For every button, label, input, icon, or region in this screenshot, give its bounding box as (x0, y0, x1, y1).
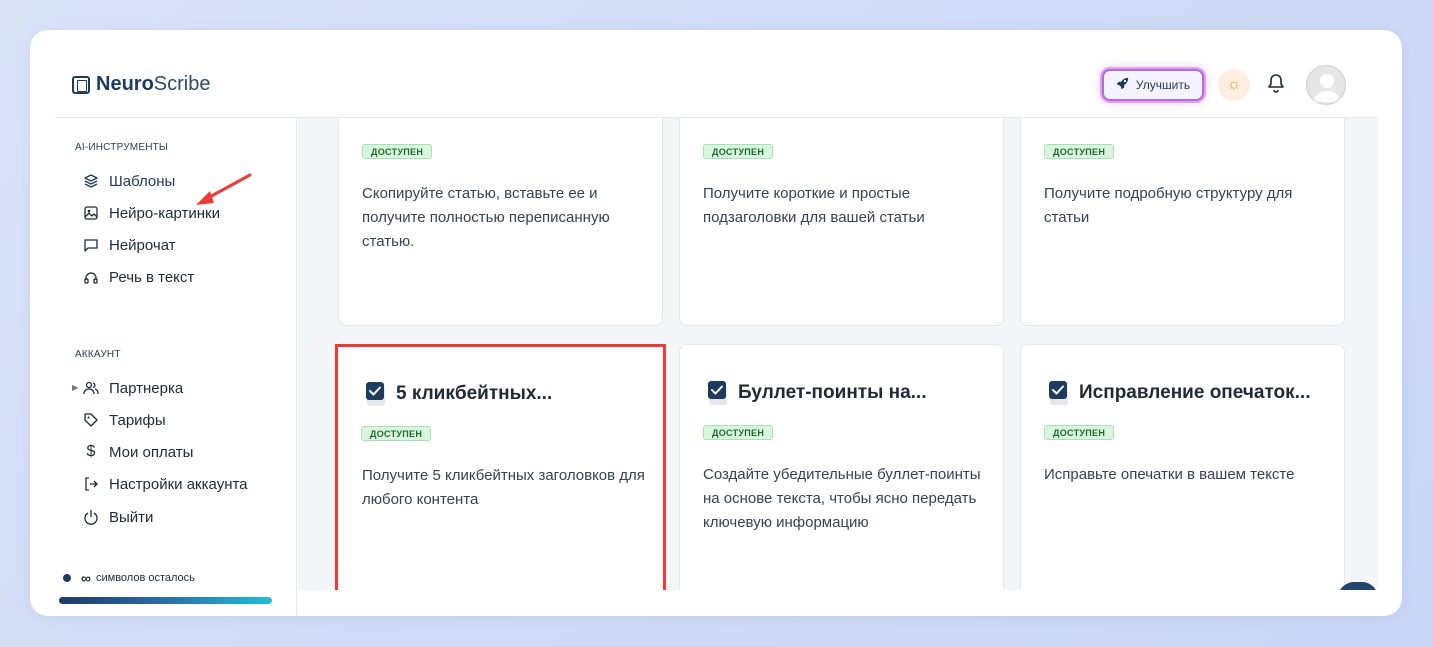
card-title-text: 5 кликбейтных... (396, 383, 553, 404)
sidebar-item-label: Настройки аккаунта (109, 475, 248, 493)
template-card[interactable]: ДОСТУПЕН Получите подробную структуру дл… (1020, 118, 1345, 326)
card-description: Получите подробную структуру для статьи (1044, 185, 1293, 226)
dollar-icon: $ (86, 443, 96, 460)
top-bar: NeuroScribe Улучшить ☼ (30, 30, 1402, 118)
upgrade-button[interactable]: Улучшить (1102, 69, 1204, 101)
sidebar-item-label: Тарифы (109, 411, 166, 429)
annotation-arrow (196, 173, 252, 205)
sidebar-item-label: Нейрочат (109, 236, 176, 254)
sidebar: AI-ИНСТРУМЕНТЫ Шаблоны Нейро-картинки Не… (55, 118, 297, 616)
sidebar-item-logout[interactable]: Выйти (83, 506, 153, 528)
layers-icon (83, 173, 99, 189)
chars-label: символов осталось (95, 572, 195, 584)
checkbox-icon (366, 382, 386, 406)
status-badge: ДОСТУПЕН (1044, 144, 1115, 159)
sidebar-item-payments[interactable]: $ Мои оплаты (83, 441, 194, 463)
sun-icon: ☼ (1226, 76, 1242, 93)
chars-progress-bar (59, 597, 272, 604)
tag-icon (83, 412, 99, 428)
brand-logo[interactable]: NeuroScribe (72, 73, 211, 96)
status-badge: ДОСТУПЕН (362, 144, 433, 159)
status-badge: ДОСТУПЕН (703, 425, 774, 440)
status-badge: ДОСТУПЕН (361, 426, 432, 441)
template-card-typos[interactable]: Исправление опечаток... ДОСТУПЕН Исправь… (1020, 344, 1345, 590)
rocket-icon (1116, 77, 1129, 93)
sidebar-item-templates[interactable]: Шаблоны (83, 170, 175, 192)
avatar[interactable] (1306, 65, 1346, 105)
card-description: Скопируйте статью, вставьте ее и получит… (362, 185, 610, 250)
status-badge: ДОСТУПЕН (703, 144, 774, 159)
status-badge: ДОСТУПЕН (1044, 425, 1115, 440)
section-title-account: АККАУНТ (75, 349, 121, 360)
sidebar-item-label: Шаблоны (109, 172, 176, 190)
brand-name-light: Scribe (153, 73, 211, 95)
chars-remaining: ∞ символов осталось (63, 570, 195, 586)
card-description: Получите короткие и простые подзаголовки… (703, 185, 925, 226)
sidebar-item-partners[interactable]: Партнерка (83, 377, 183, 399)
sidebar-item-label: Выйти (109, 508, 154, 526)
card-description: Создайте убедительные буллет-поинты на о… (703, 466, 981, 531)
card-title: 5 кликбейтных... (366, 382, 552, 406)
upgrade-label: Улучшить (1135, 78, 1191, 92)
templates-grid: ДОСТУПЕН Скопируйте статью, вставьте ее … (298, 118, 1378, 590)
sidebar-item-settings[interactable]: Настройки аккаунта (83, 473, 248, 495)
card-title-text: Исправление опечаток... (1079, 382, 1311, 403)
section-title-tools: AI-ИНСТРУМЕНТЫ (75, 142, 168, 153)
status-dot (63, 574, 71, 582)
template-card-bullets[interactable]: Буллет-поинты на... ДОСТУПЕН Создайте уб… (679, 344, 1004, 590)
caret-right-icon[interactable]: ▶ (72, 383, 78, 392)
infinity-symbol: ∞ (81, 570, 91, 586)
template-card[interactable]: ДОСТУПЕН Получите короткие и простые под… (679, 118, 1004, 326)
chars-progress-fill (59, 597, 272, 604)
notifications-button[interactable] (1264, 73, 1288, 97)
template-card[interactable]: ДОСТУПЕН Скопируйте статью, вставьте ее … (338, 118, 663, 326)
sidebar-item-label: Речь в текст (109, 268, 195, 286)
checkbox-icon (1049, 381, 1069, 405)
sidebar-item-label: Мои оплаты (109, 443, 194, 461)
login-icon (83, 476, 99, 492)
app-window: NeuroScribe Улучшить ☼ AI-ИНСТРУМЕНТЫ Ша… (30, 30, 1402, 616)
users-icon (83, 380, 99, 396)
card-description: Получите 5 кликбейтных заголовков для лю… (362, 467, 645, 508)
card-title: Буллет-поинты на... (708, 381, 927, 405)
chat-icon (83, 237, 99, 253)
card-title: Исправление опечаток... (1049, 381, 1310, 405)
sidebar-item-tariffs[interactable]: Тарифы (83, 409, 166, 431)
sidebar-item-chat[interactable]: Нейрочат (83, 234, 176, 256)
power-icon (83, 509, 99, 525)
headphones-icon (83, 269, 99, 285)
theme-toggle[interactable]: ☼ (1218, 69, 1250, 101)
card-title-text: Буллет-поинты на... (738, 382, 927, 403)
template-card-clickbait[interactable]: 5 кликбейтных... ДОСТУПЕН Получите 5 кли… (335, 344, 666, 590)
card-description: Исправьте опечатки в вашем тексте (1044, 466, 1295, 483)
bell-icon (1267, 73, 1285, 98)
image-icon (83, 205, 99, 221)
sidebar-item-speech[interactable]: Речь в текст (83, 266, 194, 288)
sidebar-item-label: Партнерка (109, 379, 184, 397)
document-icon (72, 75, 90, 94)
brand-name-bold: Neuro (96, 73, 154, 95)
checkbox-icon (708, 381, 728, 405)
